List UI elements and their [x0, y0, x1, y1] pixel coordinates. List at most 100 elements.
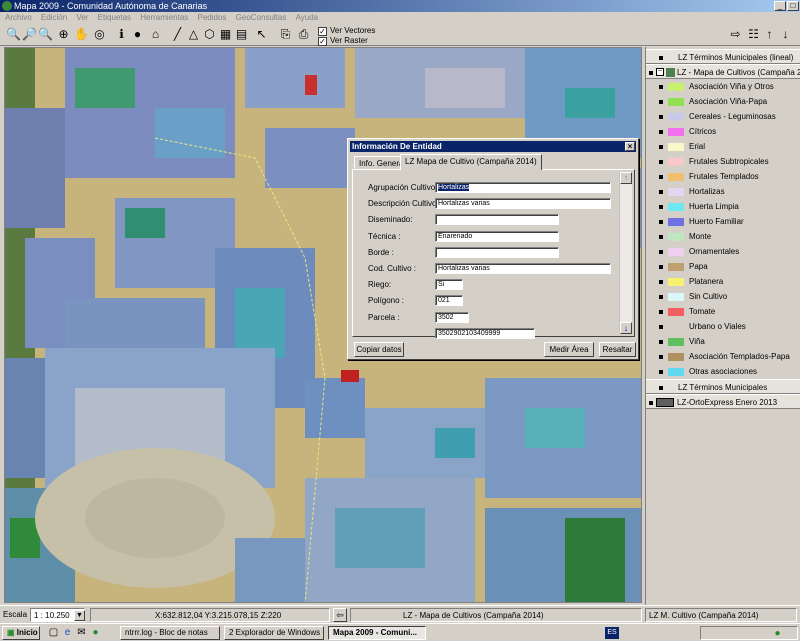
- layer-tree-icon[interactable]: ☷: [746, 27, 761, 42]
- legend-item[interactable]: Huerta Limpia: [646, 199, 800, 214]
- legend-swatch: [668, 158, 684, 166]
- legend-item[interactable]: Cereales - Leguminosas: [646, 109, 800, 124]
- collapse-icon[interactable]: −: [656, 68, 664, 76]
- legend-item[interactable]: Monte: [646, 229, 800, 244]
- menu-ayuda[interactable]: Ayuda: [296, 13, 319, 22]
- field-label: Cod. Cultivo :: [368, 264, 417, 273]
- legend-layer-terminos[interactable]: LZ Términos Municipales: [646, 379, 800, 394]
- polygon-icon[interactable]: ⬡: [202, 27, 217, 42]
- desktop-icon[interactable]: ▢: [46, 625, 61, 640]
- legend-item-label: Asociación Viña y Otros: [689, 82, 774, 91]
- arrow-right-icon[interactable]: ⇨: [728, 27, 743, 42]
- field-value[interactable]: [435, 246, 559, 258]
- legend-item[interactable]: Viña: [646, 334, 800, 349]
- legend-item[interactable]: Frutales Subtropicales: [646, 154, 800, 169]
- field-value[interactable]: Hortalizas varias: [435, 198, 611, 210]
- menu-etiquetas[interactable]: Etiquetas: [98, 13, 131, 22]
- arrow-left-icon[interactable]: ⇦: [333, 608, 347, 622]
- ver-vectores-checkbox[interactable]: ✓: [318, 27, 327, 36]
- legend-item[interactable]: Papa: [646, 259, 800, 274]
- maximize-button[interactable]: □: [787, 1, 799, 11]
- layer-up-icon[interactable]: ↑: [762, 27, 777, 42]
- field-value[interactable]: Hortalizas varias: [435, 263, 611, 274]
- grid-icon[interactable]: ▦: [218, 27, 233, 42]
- legend-item[interactable]: Sin Cultivo: [646, 289, 800, 304]
- legend-layer-mapa-cultivos[interactable]: − LZ - Mapa de Cultivos (Campaña 2014): [646, 64, 800, 79]
- task-explorer[interactable]: 2 Explorador de Windows: [224, 626, 324, 640]
- legend-item[interactable]: Asociación Viña y Otros: [646, 79, 800, 94]
- zoom-layer-icon[interactable]: ◎: [92, 27, 107, 42]
- scrollbar[interactable]: ↑ ↓: [619, 172, 632, 334]
- legend-item-label: Ornamentales: [689, 247, 740, 256]
- ver-raster-checkbox[interactable]: ✓: [318, 37, 327, 46]
- zoom-window-icon[interactable]: 🔍: [38, 27, 53, 42]
- measure-line-icon[interactable]: ╱: [170, 27, 185, 42]
- scroll-down-icon[interactable]: ↓: [620, 322, 632, 334]
- query-icon[interactable]: ●: [130, 27, 145, 42]
- copy-data-button[interactable]: Copiar datos: [354, 342, 404, 357]
- pointer-icon[interactable]: ↖: [254, 27, 269, 42]
- legend-item[interactable]: Urbano o Viales: [646, 319, 800, 334]
- menu-geoconsultas[interactable]: GeoConsultas: [236, 13, 287, 22]
- legend-item-label: Otras asociaciones: [689, 367, 758, 376]
- menu-ver[interactable]: Ver: [76, 13, 88, 22]
- legend-layer-ortoexpress[interactable]: LZ-OrtoExpress Enero 2013: [646, 394, 800, 409]
- menu-pedidos[interactable]: Pedidos: [198, 13, 227, 22]
- tab-mapa-cultivo[interactable]: LZ Mapa de Cultivo (Campaña 2014): [400, 154, 542, 170]
- field-value[interactable]: 3502902103409999: [435, 327, 535, 339]
- legend-item[interactable]: Ornamentales: [646, 244, 800, 259]
- task-notepad[interactable]: ntrrr.log - Bloc de notas: [120, 626, 220, 640]
- measure-area-icon[interactable]: △: [186, 27, 201, 42]
- copy-icon[interactable]: ⎘: [278, 27, 293, 42]
- field-value[interactable]: Hortalizas: [435, 182, 611, 193]
- layer-down-icon[interactable]: ↓: [778, 27, 793, 42]
- zoom-in-icon[interactable]: 🔍: [6, 27, 21, 42]
- scroll-up-icon[interactable]: ↑: [620, 172, 632, 184]
- legend-item[interactable]: Asociación Viña-Papa: [646, 94, 800, 109]
- legend-item-label: Asociación Templados-Papa: [689, 352, 790, 361]
- measure-area-button[interactable]: Medir Área: [544, 342, 594, 357]
- quick-launch-icon[interactable]: ●: [88, 625, 103, 640]
- legend-item[interactable]: Asociación Templados-Papa: [646, 349, 800, 364]
- walk-icon[interactable]: ⌂: [148, 27, 163, 42]
- legend-swatch: [668, 143, 684, 151]
- start-button[interactable]: ▣ Inicio: [2, 626, 40, 640]
- legend-item[interactable]: Frutales Templados: [646, 169, 800, 184]
- highlight-button[interactable]: Resaltar: [599, 342, 636, 357]
- menu-archivo[interactable]: Archivo: [5, 13, 32, 22]
- bullet-icon: [659, 205, 663, 209]
- tray-icon[interactable]: ●: [770, 626, 785, 641]
- chevron-down-icon[interactable]: ▼: [74, 610, 85, 621]
- legend-item[interactable]: Hortalizas: [646, 184, 800, 199]
- tab-panel: Agrupación Cultivo : Hortalizas Descripció…: [352, 169, 635, 339]
- outlook-icon[interactable]: ✉: [74, 625, 89, 640]
- ie-icon[interactable]: e: [60, 625, 75, 640]
- task-mapa[interactable]: Mapa 2009 - Comuni...: [328, 626, 426, 640]
- zoom-extent-icon[interactable]: ⊕: [56, 27, 71, 42]
- menu-herramientas[interactable]: Herramientas: [140, 13, 188, 22]
- language-indicator[interactable]: ES: [605, 627, 619, 639]
- legend-layer-terminos-lineal[interactable]: LZ Términos Municipales (lineal): [646, 49, 800, 64]
- legend-item[interactable]: Tomate: [646, 304, 800, 319]
- field-label: Técnica :: [368, 231, 401, 241]
- legend-item[interactable]: Otras asociaciones: [646, 364, 800, 379]
- pan-hand-icon[interactable]: ✋: [74, 27, 89, 42]
- legend-item[interactable]: Erial: [646, 139, 800, 154]
- field-value[interactable]: Si: [435, 279, 463, 291]
- field-value[interactable]: 3502: [435, 311, 469, 323]
- table-icon[interactable]: ▤: [234, 27, 249, 42]
- legend-item[interactable]: Platanera: [646, 274, 800, 289]
- field-value[interactable]: 021: [435, 295, 463, 307]
- close-icon[interactable]: ×: [625, 142, 635, 151]
- dialog-title-bar: Información De Entidad ×: [350, 141, 636, 152]
- field-value[interactable]: Enarenado: [435, 230, 559, 242]
- info-icon[interactable]: ℹ: [114, 27, 129, 42]
- print-icon[interactable]: ⎙: [296, 27, 311, 42]
- legend-item[interactable]: Cítricos: [646, 124, 800, 139]
- minimize-button[interactable]: _: [774, 1, 786, 11]
- legend-swatch: [668, 293, 684, 301]
- zoom-out-icon[interactable]: 🔎: [22, 27, 37, 42]
- menu-edicion[interactable]: Edición: [41, 13, 67, 22]
- field-value[interactable]: [435, 214, 559, 226]
- legend-item[interactable]: Huerto Familiar: [646, 214, 800, 229]
